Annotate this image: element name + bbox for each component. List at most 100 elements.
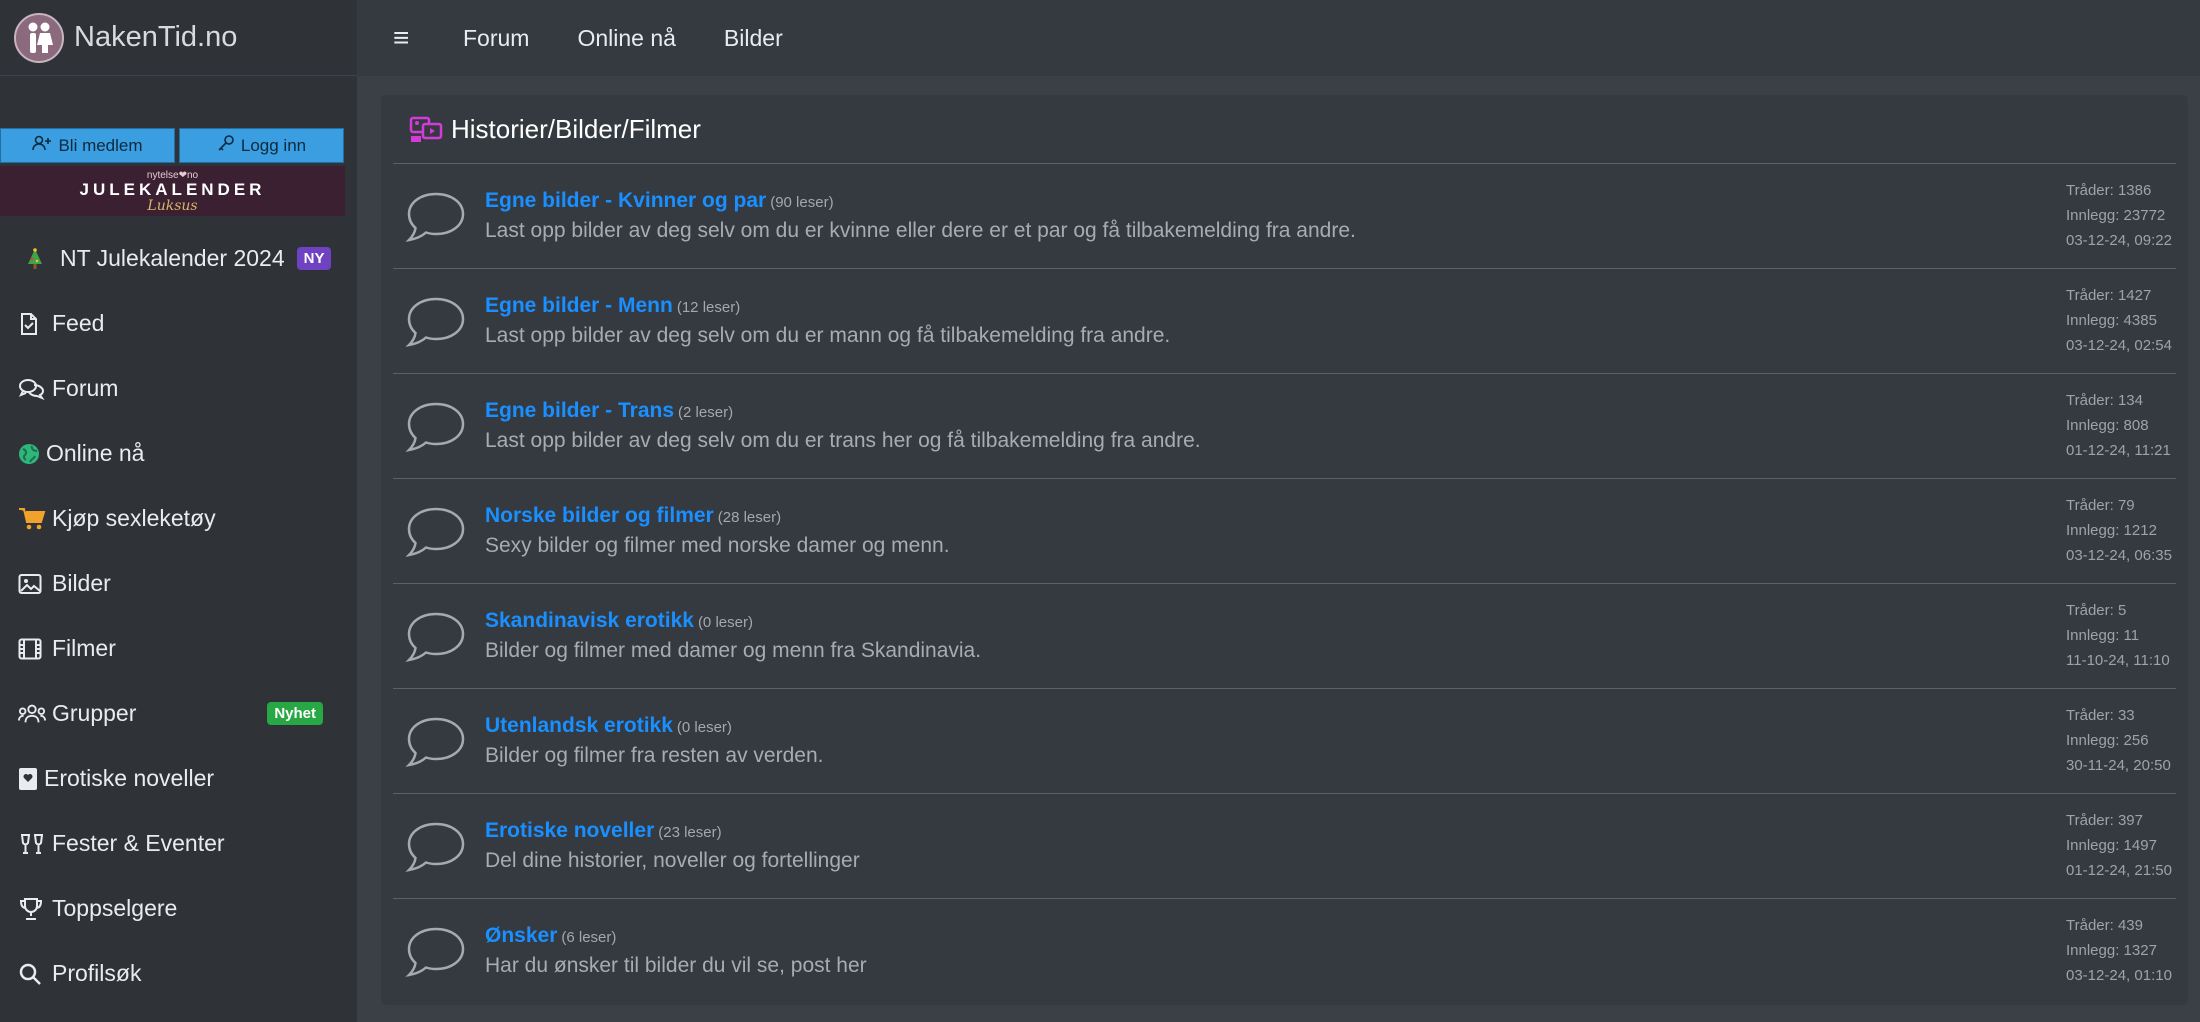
login-button[interactable]: Logg inn [179,128,344,163]
forum-row[interactable]: Norske bilder og filmer (28 leser) Sexy bi… [393,478,2176,583]
forum-row[interactable]: Egne bilder - Kvinner og par (90 leser) La… [393,163,2176,268]
forum-title-line: Egne bilder - Kvinner og par (90 leser) [485,189,2176,213]
forum-readers: (28 leser) [717,509,782,526]
users-icon [18,703,46,725]
sidebar-item-forum[interactable]: Forum [0,356,345,421]
sidebar-item-fester[interactable]: Fester & Eventer [0,811,345,876]
top-nav-bilder[interactable]: Bilder [724,25,783,52]
cart-icon [18,507,46,531]
forum-row[interactable]: Ønsker (6 leser) Har du ønsker til bilder … [393,898,2176,1003]
top-nav-forum[interactable]: Forum [463,25,529,52]
forum-content: Egne bilder - Trans (2 leser) Last opp bil… [485,399,2176,453]
sidebar-item-label: Forum [52,375,119,401]
julekalender-banner[interactable]: nytelse❤no JULEKALENDER Luksus [0,166,345,216]
forum-description: Last opp bilder av deg selv om du er tra… [485,429,1201,452]
forum-title-line: Norske bilder og filmer (28 leser) [485,504,2176,528]
forum-title-link[interactable]: Skandinavisk erotikk [485,609,694,632]
post-count: Innlegg: 1212 [2066,522,2157,539]
last-post-time: 03-12-24, 02:54 [2066,337,2172,354]
forum-row[interactable]: Utenlandsk erotikk (0 leser) Bilder og fil… [393,688,2176,793]
menu-icon[interactable]: ≡ [393,22,443,54]
forum-readers: (2 leser) [678,404,734,421]
search-icon [18,962,46,986]
logo-icon [14,12,64,63]
sidebar-item-label: Online nå [46,440,145,466]
forum-row[interactable]: Egne bilder - Trans (2 leser) Last opp bil… [393,373,2176,478]
thread-count: Tråder: 397 [2066,812,2143,829]
forum-stats: Tråder: 5 Innlegg: 11 11-10-24, 11:10 [2066,598,2176,673]
forum-title-line: Egne bilder - Trans (2 leser) [485,399,2176,423]
sidebar-nav: NT Julekalender 2024 NY Feed Forum Onlin… [0,226,345,1006]
last-post-time: 30-11-24, 20:50 [2066,757,2171,774]
brand[interactable]: NakenTid.no [0,0,357,76]
post-count: Innlegg: 11 [2066,627,2140,644]
register-button[interactable]: Bli medlem [0,128,175,163]
forum-content: Egne bilder - Kvinner og par (90 leser) La… [485,189,2176,243]
sidebar-item-feed[interactable]: Feed [0,291,345,356]
forum-description: Last opp bilder av deg selv om du er man… [485,324,1171,347]
forum-row[interactable]: Skandinavisk erotikk (0 leser) Bilder og f… [393,583,2176,688]
last-post-time: 01-12-24, 11:21 [2066,442,2171,459]
sidebar-item-label: Profilsøk [52,960,142,986]
forum-category-card: Historier/Bilder/Filmer Egne bilder - Kv… [381,95,2188,1005]
forum-title-line: Egne bilder - Menn (12 leser) [485,294,2176,318]
thread-count: Tråder: 1386 [2066,182,2152,199]
top-nav-online[interactable]: Online nå [577,25,675,52]
sidebar-item-label: NT Julekalender 2024 [60,245,285,271]
sidebar-item-julekalender[interactable]: NT Julekalender 2024 NY [0,226,345,291]
forum-readers: (0 leser) [697,614,753,631]
speech-bubble-icon [405,188,469,244]
sidebar-item-filmer[interactable]: Filmer [0,616,345,681]
speech-bubble-icon [405,818,469,874]
tree-icon [26,247,54,270]
sidebar-item-bilder[interactable]: Bilder [0,551,345,616]
register-label: Bli medlem [58,135,143,155]
new-badge: NY [296,247,332,270]
forum-description: Bilder og filmer fra resten av verden. [485,744,824,767]
category-header: Historier/Bilder/Filmer [381,95,2188,163]
sidebar-item-noveller[interactable]: Erotiske noveller [0,746,345,811]
last-post-time: 03-12-24, 09:22 [2066,232,2172,249]
forum-row[interactable]: Egne bilder - Menn (12 leser) Last opp bil… [393,268,2176,373]
forum-stats: Tråder: 134 Innlegg: 808 01-12-24, 11:21 [2066,388,2176,463]
speech-bubble-icon [405,713,469,769]
forum-content: Utenlandsk erotikk (0 leser) Bilder og fil… [485,714,2176,768]
globe-icon [18,443,40,465]
forum-description: Har du ønsker til bilder du vil se, post… [485,954,867,977]
forum-readers: (6 leser) [561,929,617,946]
brand-name: NakenTid.no [74,21,238,53]
user-plus-icon [32,135,52,156]
forum-stats: Tråder: 397 Innlegg: 1497 01-12-24, 21:50 [2066,808,2176,883]
sidebar-item-label: Toppselgere [52,895,178,921]
film-icon [18,638,46,660]
sidebar-item-grupper[interactable]: Grupper Nyhet [0,681,345,746]
forum-stats: Tråder: 1386 Innlegg: 23772 03-12-24, 09:2… [2066,178,2176,253]
forum-readers: (12 leser) [676,299,741,316]
file-icon [18,312,46,336]
last-post-time: 03-12-24, 06:35 [2066,547,2172,564]
forum-title-link[interactable]: Erotiske noveller [485,819,654,842]
forum-readers: (23 leser) [658,824,722,841]
forum-content: Ønsker (6 leser) Har du ønsker til bilder … [485,924,2176,978]
forum-title-link[interactable]: Egne bilder - Trans [485,399,674,422]
post-count: Innlegg: 1327 [2066,942,2157,959]
forum-title-link[interactable]: Norske bilder og filmer [485,504,714,527]
last-post-time: 11-10-24, 11:10 [2066,652,2170,669]
sidebar-item-shop[interactable]: Kjøp sexleketøy [0,486,345,551]
media-icon [409,114,445,144]
forum-title-link[interactable]: Ønsker [485,924,557,947]
sidebar-item-toppselgere[interactable]: Toppselgere [0,876,345,941]
sidebar-item-profilsok[interactable]: Profilsøk [0,941,345,1006]
forum-title-link[interactable]: Egne bilder - Kvinner og par [485,189,766,212]
sidebar-item-label: Erotiske noveller [44,765,215,791]
forum-row[interactable]: Erotiske noveller (23 leser) Del dine hist… [393,793,2176,898]
forum-title-link[interactable]: Egne bilder - Menn [485,294,673,317]
auth-buttons: Bli medlem Logg inn [0,128,344,163]
sidebar-item-online[interactable]: Online nå [0,421,345,486]
forum-title-link[interactable]: Utenlandsk erotikk [485,714,673,737]
speech-bubble-icon [405,608,469,664]
chat-icon [18,378,46,400]
forum-list: Egne bilder - Kvinner og par (90 leser) La… [381,163,2188,1003]
forum-description: Del dine historier, noveller og fortelli… [485,849,860,872]
book-heart-icon [18,767,38,791]
